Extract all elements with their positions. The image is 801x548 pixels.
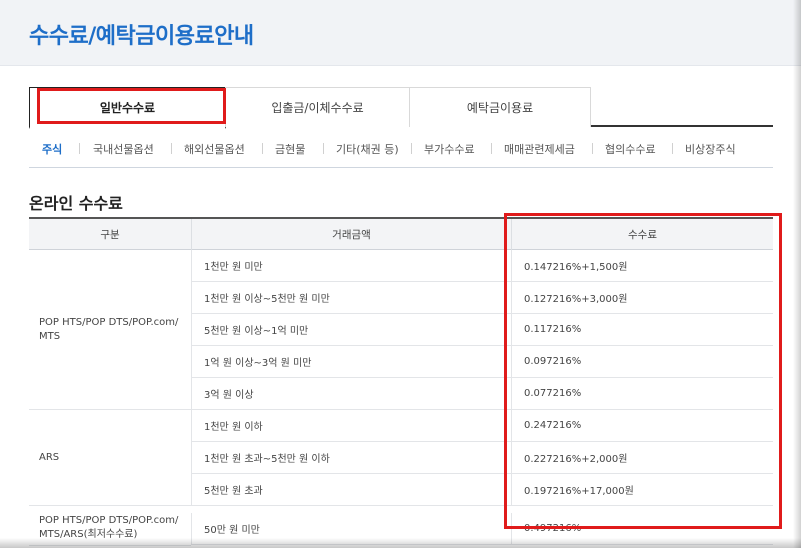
table-cell-fee: 0.077216%	[511, 378, 773, 410]
subtab-gold[interactable]: 금현물	[275, 141, 305, 157]
page-header: 수수료/예탁금이용료안내	[0, 0, 801, 66]
table-cell-fee: 0.197216%+17,000원	[511, 474, 773, 506]
window-shadow	[0, 538, 801, 548]
table-cell-amount: 1천만 원 이상~5천만 원 미만	[191, 282, 511, 314]
window-shadow	[793, 0, 801, 548]
subtab-divider	[411, 143, 412, 154]
subtab-negotiated-fee[interactable]: 협의수수료	[605, 141, 656, 157]
subtab-divider	[491, 143, 492, 154]
table-cell-amount: 1억 원 이상~3억 원 미만	[191, 346, 511, 378]
table-cell-amount: 1천만 원 이하	[191, 410, 511, 442]
subtab-domestic-futures[interactable]: 국내선물옵션	[93, 141, 154, 157]
header-category: 구분	[100, 229, 120, 241]
table-header: 구분 거래금액 수수료	[29, 219, 773, 250]
subtab-additional-fee[interactable]: 부가수수료	[424, 141, 475, 157]
section-title: 온라인 수수료	[29, 194, 123, 213]
subtab-stock[interactable]: 주식	[42, 141, 62, 157]
table-cell-amount: 1천만 원 초과~5천만 원 이하	[191, 442, 511, 474]
table-cell-amount: 5천만 원 이상~1억 미만	[191, 314, 511, 346]
main-tabs: 일반수수료 입출금/이체수수료 예탁금이용료	[29, 87, 773, 129]
tab-transfer-fee[interactable]: 입출금/이체수수료	[225, 87, 410, 127]
group-label: POP HTS/POP DTS/POP.com/ MTS	[29, 250, 191, 410]
table-cell-fee: 0.097216%	[511, 346, 773, 378]
table-cell-fee: 0.247216%	[511, 410, 773, 442]
subtab-divider	[79, 143, 80, 154]
subtab-bonds-etc[interactable]: 기타(채권 등)	[336, 141, 399, 157]
header-amount: 거래금액	[191, 219, 511, 250]
subtab-overseas-futures[interactable]: 해외선물옵션	[184, 141, 245, 157]
table-cell-fee: 0.147216%+1,500원	[511, 250, 773, 282]
subtab-divider	[592, 143, 593, 154]
tab-deposit-interest[interactable]: 예탁금이용료	[409, 87, 591, 127]
subtab-divider	[171, 143, 172, 154]
fee-table: 구분 거래금액 수수료 POP HTS/POP DTS/POP.com/ MTS…	[29, 217, 773, 546]
subtab-unlisted-stock[interactable]: 비상장주식	[685, 141, 736, 157]
header-fee: 수수료	[511, 219, 773, 250]
group-label: ARS	[29, 410, 191, 506]
page-title: 수수료/예탁금이용료안내	[29, 24, 254, 49]
table-cell-amount: 3억 원 이상	[191, 378, 511, 410]
subtab-divider	[323, 143, 324, 154]
tab-general-fee[interactable]: 일반수수료	[29, 87, 226, 129]
subtab-divider	[672, 143, 673, 154]
subtab-divider	[262, 143, 263, 154]
table-cell-fee: 0.227216%+2,000원	[511, 442, 773, 474]
table-cell-amount: 5천만 원 초과	[191, 474, 511, 506]
subtab-trading-tax[interactable]: 매매관련제세금	[504, 141, 575, 157]
table-cell-fee: 0.127216%+3,000원	[511, 282, 773, 314]
table-cell-fee: 0.117216%	[511, 314, 773, 346]
table-cell-amount: 1천만 원 미만	[191, 250, 511, 282]
sub-tabs: 주식 국내선물옵션 해외선물옵션 금현물 기타(채권 등) 부가수수료 매매관련…	[29, 136, 773, 168]
